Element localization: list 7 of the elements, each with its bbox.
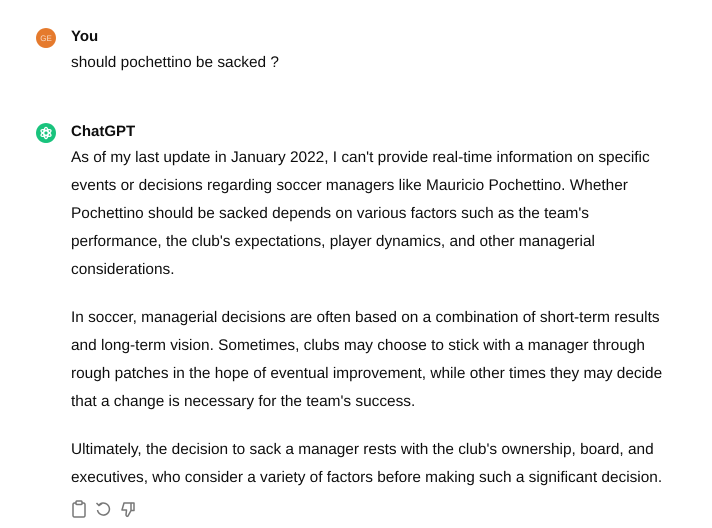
user-avatar: GE [36, 28, 56, 48]
message-text: should pochettino be sacked ? [71, 53, 280, 73]
author-name: ChatGPT [71, 123, 136, 141]
author-name: You [71, 28, 100, 46]
message-text: Ultimately, the decision to sack a manager rests with the club's ownership, board, and executives, who consider a variety of factors before making such a significant decision. [71, 440, 664, 488]
message-text: In soccer, managerial decisions are often based on a combination of short-term results and long-term vision. Sometimes, clubs may choose to stick with a manager through rough patches in the hope of eventual improvement, while other times they may decide that a change is necessary for the team's success. [71, 308, 664, 412]
message-text: As of my last update in January 2022, I can't provide real-time information on specific events or decisions regarding soccer managers like Mauricio Pochettino. Whether Pochettino should be sacked depends on various factors such as the team's performance, the club's expectations, player dynamics, and other managerial considerations. [71, 148, 651, 280]
